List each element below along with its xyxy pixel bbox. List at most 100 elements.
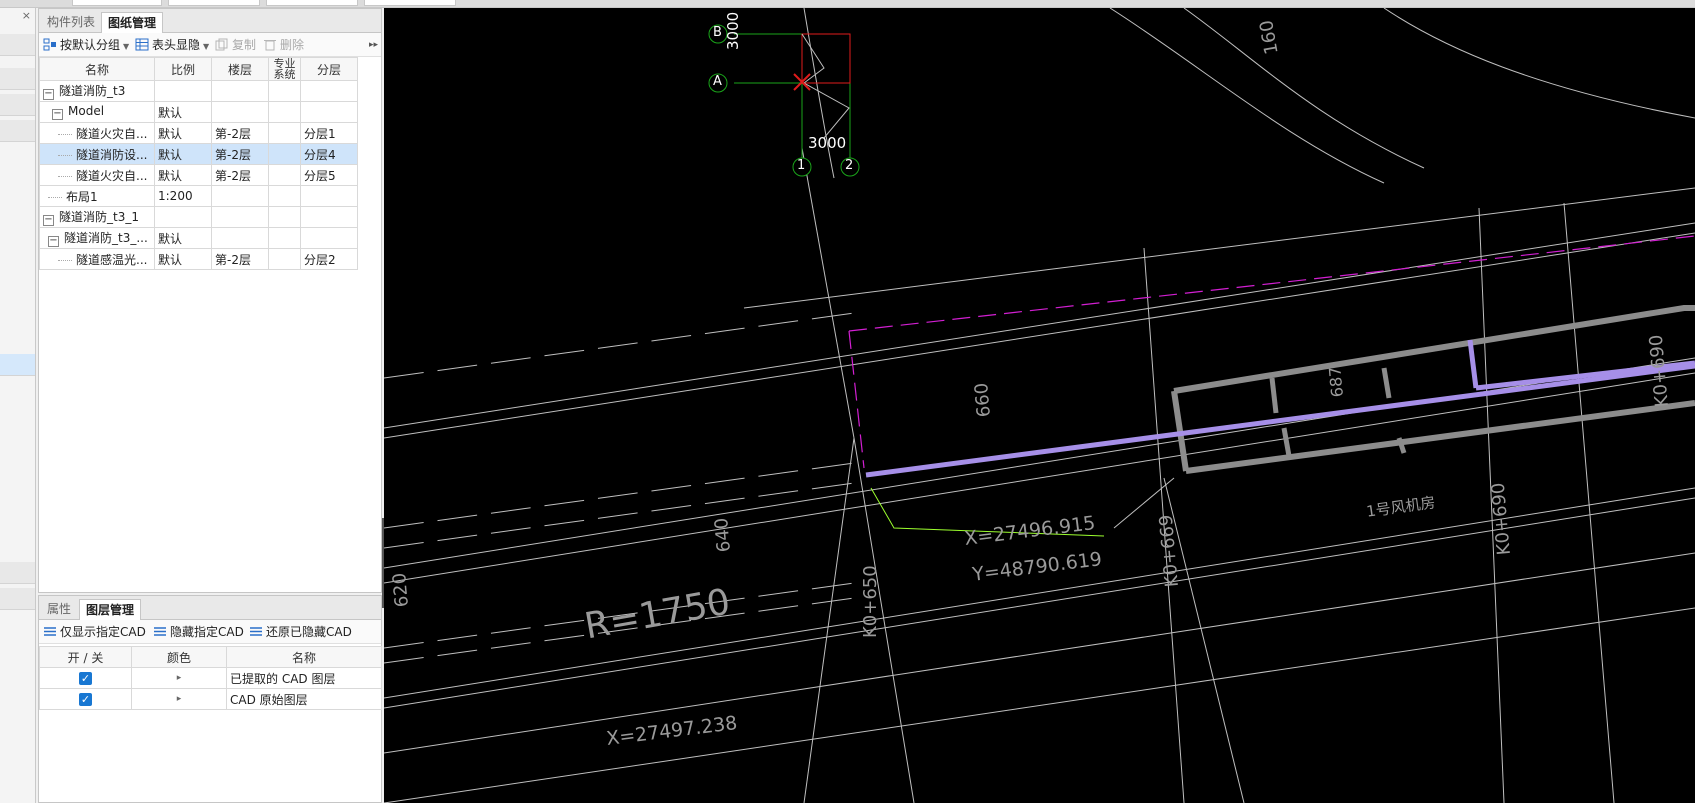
row-layer — [300, 80, 358, 102]
close-icon[interactable]: × — [22, 9, 31, 22]
row-layer: 分层2 — [300, 248, 358, 270]
panel-tabs: 构件列表 图纸管理 — [39, 9, 381, 33]
header-toggle-button[interactable]: 表头显隐 ▼ — [135, 37, 209, 53]
layer-toggle-checkbox[interactable]: ✓ — [79, 693, 92, 706]
restore-label: 还原已隐藏CAD — [266, 625, 352, 639]
chevron-down-icon: ▼ — [203, 42, 210, 51]
show-only-cad-button[interactable]: 仅显示指定CAD — [43, 624, 146, 640]
table-row[interactable]: − Model 默认 — [39, 101, 358, 123]
station-620: 620 — [389, 571, 413, 608]
road-linework — [384, 8, 1695, 803]
layer-row[interactable]: ✓ ▸ CAD 原始图层 — [39, 688, 382, 710]
row-scale — [154, 80, 212, 102]
doc-tab[interactable] — [168, 0, 260, 6]
column-header[interactable]: 名称 — [226, 646, 382, 668]
delete-label: 删除 — [280, 38, 305, 52]
cad-canvas[interactable]: B A 1 2 3000 3000 R=1750 X=27496.915 Y=4… — [384, 8, 1695, 803]
table-row[interactable]: − 隧道消防_t3_... 默认 — [39, 227, 358, 249]
row-system — [268, 248, 301, 270]
table-icon — [135, 38, 149, 51]
more-icon[interactable]: ▸▸ — [369, 37, 378, 53]
row-name: 隧道消防_t3 — [59, 84, 126, 98]
color-dropdown[interactable]: ▸ — [131, 688, 227, 710]
row-name: 隧道火灾自... — [76, 126, 148, 141]
column-header[interactable]: 分层 — [300, 57, 358, 81]
hide-label: 隐藏指定CAD — [170, 625, 244, 639]
table-row[interactable]: 隧道火灾自... 默认 第-2层 分层1 — [39, 122, 358, 144]
left-panel-row[interactable] — [0, 588, 35, 610]
collapse-icon[interactable]: − — [48, 236, 59, 247]
row-system — [268, 80, 301, 102]
layer-toggle-checkbox[interactable]: ✓ — [79, 672, 92, 685]
left-panel-row[interactable] — [0, 562, 35, 584]
table-row[interactable]: 隧道火灾自... 默认 第-2层 分层5 — [39, 164, 358, 186]
tab-component-list[interactable]: 构件列表 — [41, 12, 101, 33]
drawing-toolbar: 按默认分组 ▼ 表头显隐 ▼ 复制 删除 ▸▸ — [39, 33, 381, 57]
row-scale: 默认 — [154, 143, 212, 165]
axis-label-b: B — [713, 25, 722, 40]
column-header[interactable]: 名称 — [39, 57, 155, 81]
row-scale: 默认 — [154, 164, 212, 186]
row-system — [268, 122, 301, 144]
collapse-icon[interactable]: − — [43, 89, 54, 100]
left-panel-row[interactable] — [0, 34, 35, 56]
dimension-vertical: 3000 — [724, 11, 742, 50]
collapse-icon[interactable]: − — [52, 109, 63, 120]
column-header[interactable]: 比例 — [154, 57, 212, 81]
row-scale: 默认 — [154, 122, 212, 144]
tab-drawing-management[interactable]: 图纸管理 — [101, 12, 164, 33]
row-name: 隧道火灾自... — [76, 168, 148, 183]
axis-label-a: A — [713, 74, 722, 89]
row-floor — [211, 227, 269, 249]
chevron-down-icon: ▼ — [123, 42, 130, 51]
tab-properties[interactable]: 属性 — [41, 599, 77, 620]
table-row[interactable]: − 隧道消防_t3_1 — [39, 206, 358, 228]
axis-label-1: 1 — [797, 158, 806, 173]
group-icon — [43, 38, 56, 51]
left-panel-row[interactable] — [0, 68, 35, 90]
row-system — [268, 143, 301, 165]
delete-button[interactable]: 删除 — [263, 37, 304, 53]
row-system — [268, 227, 301, 249]
table-row-selected[interactable]: 隧道消防设... 默认 第-2层 分层4 — [39, 143, 358, 165]
station-687: 687 — [1325, 365, 1347, 398]
row-layer: 分层5 — [300, 164, 358, 186]
layers-hide-icon — [154, 627, 166, 636]
color-dropdown[interactable]: ▸ — [131, 667, 227, 689]
column-header[interactable]: 楼层 — [211, 57, 269, 81]
row-name: 布局1 — [66, 189, 98, 204]
trash-icon — [264, 40, 276, 51]
column-header[interactable]: 专业系统 — [268, 57, 301, 81]
table-header-row: 名称 比例 楼层 专业系统 分层 — [39, 57, 358, 81]
row-layer — [300, 101, 358, 123]
table-row[interactable]: 隧道感温光... 默认 第-2层 分层2 — [39, 248, 358, 270]
doc-tab[interactable] — [266, 0, 358, 6]
layer-row[interactable]: ✓ ▸ 已提取的 CAD 图层 — [39, 667, 382, 689]
table-row[interactable]: 布局1 1:200 — [39, 185, 358, 207]
group-by-default-button[interactable]: 按默认分组 ▼ — [43, 37, 129, 53]
tab-layer-management[interactable]: 图层管理 — [79, 599, 142, 620]
panel-tabs: 属性 图层管理 — [39, 596, 381, 620]
hide-cad-button[interactable]: 隐藏指定CAD — [153, 624, 244, 640]
column-header[interactable]: 颜色 — [131, 646, 227, 668]
row-floor: 第-2层 — [211, 248, 269, 270]
layer-name: CAD 原始图层 — [226, 688, 382, 710]
left-panel-row[interactable] — [0, 120, 35, 142]
doc-tab[interactable] — [364, 0, 456, 6]
column-header[interactable]: 开 / 关 — [39, 646, 132, 668]
dimension-horizontal: 3000 — [808, 134, 847, 152]
copy-button[interactable]: 复制 — [215, 37, 256, 53]
doc-tab[interactable] — [72, 0, 162, 6]
left-panel-row-selected[interactable] — [0, 354, 35, 376]
table-header-row: 开 / 关 颜色 名称 — [39, 646, 382, 668]
left-panel-row[interactable] — [0, 94, 35, 116]
row-system — [268, 185, 301, 207]
row-system — [268, 164, 301, 186]
row-floor: 第-2层 — [211, 164, 269, 186]
window-top-strip — [0, 0, 1695, 8]
table-row[interactable]: − 隧道消防_t3 — [39, 80, 358, 102]
row-name: 隧道消防_t3_1 — [59, 210, 139, 224]
collapse-icon[interactable]: − — [43, 215, 54, 226]
restore-cad-button[interactable]: 还原已隐藏CAD — [249, 624, 352, 640]
row-layer — [300, 227, 358, 249]
